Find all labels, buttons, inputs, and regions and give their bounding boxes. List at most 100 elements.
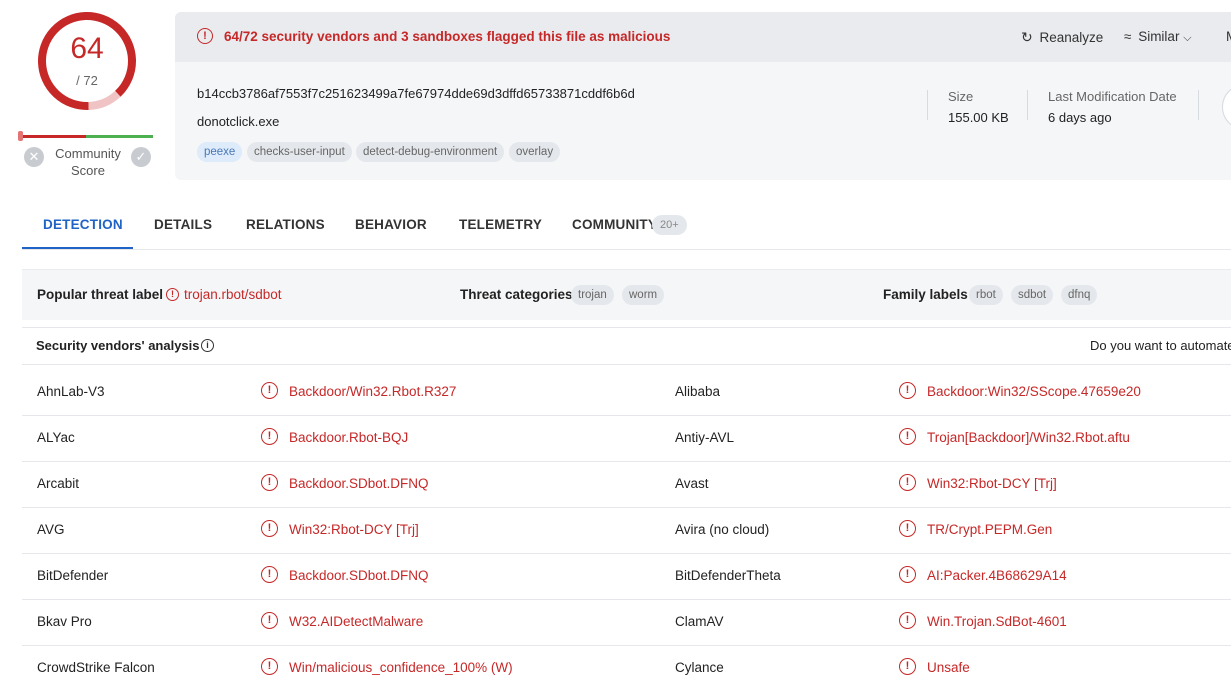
- vendor-name: Avast: [675, 476, 709, 491]
- category-worm[interactable]: worm: [622, 285, 665, 305]
- detection-total: / 72: [76, 73, 98, 88]
- chevron-down-icon: ⌵: [1183, 32, 1192, 44]
- tabs-border: [22, 249, 1231, 250]
- family-dfnq[interactable]: dfnq: [1061, 285, 1098, 305]
- detection-count: 64: [70, 32, 104, 65]
- tab-community[interactable]: COMMUNITY: [572, 217, 657, 232]
- vendor-row: ALYac ! Backdoor.Rbot-BQJ Antiy-AVL ! Tr…: [22, 415, 1231, 462]
- detection-result: AI:Packer.4B68629A14: [927, 568, 1067, 583]
- detection-result: Backdoor.Rbot-BQJ: [289, 430, 409, 445]
- vendor-row: Arcabit ! Backdoor.SDbot.DFNQ Avast ! Wi…: [22, 461, 1231, 508]
- tag-checks-user-input[interactable]: checks-user-input: [247, 142, 352, 162]
- vendor-row: BitDefender ! Backdoor.SDbot.DFNQ BitDef…: [22, 553, 1231, 600]
- size-value: 155.00 KB: [948, 110, 1009, 125]
- vendor-name: Avira (no cloud): [675, 522, 770, 537]
- detection-result: Backdoor.SDbot.DFNQ: [289, 568, 429, 583]
- threat-categories-label: Threat categories: [460, 287, 573, 302]
- detection-alert-icon: !: [899, 520, 916, 537]
- automate-link[interactable]: Do you want to automate: [1090, 338, 1231, 353]
- info-icon[interactable]: i: [201, 339, 214, 352]
- detection-alert-icon: !: [899, 474, 916, 491]
- community-score-label: Community Score: [46, 145, 130, 179]
- reanalyze-icon: ↻: [1021, 29, 1033, 45]
- detection-result: Unsafe: [927, 660, 970, 675]
- category-trojan[interactable]: trojan: [571, 285, 614, 305]
- file-name: donotclick.exe: [197, 114, 280, 129]
- vote-x-icon[interactable]: ✕: [24, 147, 44, 167]
- detection-result: TR/Crypt.PEPM.Gen: [927, 522, 1053, 537]
- detection-result: Win/malicious_confidence_100% (W): [289, 660, 513, 675]
- community-label-line1: Community: [55, 146, 121, 161]
- detection-alert-icon: !: [899, 566, 916, 583]
- meta-divider: [1198, 90, 1199, 120]
- detection-result: Win32:Rbot-DCY [Trj]: [289, 522, 419, 537]
- detection-alert-icon: !: [899, 428, 916, 445]
- detection-result: Trojan[Backdoor]/Win32.Rbot.aftu: [927, 430, 1130, 445]
- vendor-name: AVG: [37, 522, 65, 537]
- vendor-name: Antiy-AVL: [675, 430, 735, 445]
- detection-alert-icon: !: [261, 566, 278, 583]
- community-label-line2: Score: [71, 163, 105, 178]
- vendor-name: ALYac: [37, 430, 75, 445]
- reanalyze-button[interactable]: ↻ Reanalyze: [1021, 29, 1103, 46]
- detection-alert-icon: !: [899, 658, 916, 675]
- detection-alert-icon: !: [899, 382, 916, 399]
- detection-alert-icon: !: [261, 520, 278, 537]
- detection-result: Backdoor:Win32/SScope.47659e20: [927, 384, 1141, 399]
- detection-alert-icon: !: [261, 658, 278, 675]
- size-label: Size: [948, 89, 974, 104]
- vendor-row: CrowdStrike Falcon ! Win/malicious_confi…: [22, 645, 1231, 691]
- tab-behavior[interactable]: BEHAVIOR: [355, 217, 427, 232]
- active-tab-indicator: [22, 247, 133, 249]
- tag-peexe[interactable]: peexe: [197, 142, 243, 162]
- tab-detection[interactable]: DETECTION: [43, 217, 123, 232]
- community-score-marker: [18, 131, 23, 141]
- vendor-name: Alibaba: [675, 384, 721, 399]
- meta-divider: [927, 90, 928, 120]
- tab-telemetry[interactable]: TELEMETRY: [459, 217, 542, 232]
- vendor-name: BitDefender: [37, 568, 109, 583]
- vendor-row: AhnLab-V3 ! Backdoor/Win32.Rbot.R327 Ali…: [22, 369, 1231, 416]
- family-labels-label: Family labels: [883, 287, 968, 302]
- similar-icon: ≈: [1124, 29, 1132, 44]
- similar-button[interactable]: ≈ Similar ⌵: [1124, 29, 1192, 45]
- vendors-analysis-title: Security vendors' analysis: [36, 338, 200, 353]
- last-modification-value: 6 days ago: [1048, 110, 1112, 125]
- detection-alert-icon: !: [899, 612, 916, 629]
- file-hash[interactable]: b14ccb3786af7553f7c251623499a7fe67974dde…: [197, 86, 635, 101]
- tag-overlay[interactable]: overlay: [509, 142, 561, 162]
- more-button[interactable]: M: [1226, 29, 1231, 44]
- tab-details[interactable]: DETAILS: [154, 217, 212, 232]
- alert-text: 64/72 security vendors and 3 sandboxes f…: [224, 29, 671, 44]
- threat-alert-icon: !: [166, 288, 179, 301]
- tag-detect-debug-environment[interactable]: detect-debug-environment: [356, 142, 505, 162]
- vendor-name: Cylance: [675, 660, 724, 675]
- alert-icon: !: [197, 28, 213, 44]
- community-count-badge: 20+: [652, 215, 687, 235]
- similar-label: Similar: [1138, 29, 1180, 44]
- tab-relations[interactable]: RELATIONS: [246, 217, 325, 232]
- vendor-name: CrowdStrike Falcon: [37, 660, 155, 675]
- detection-result: Backdoor.SDbot.DFNQ: [289, 476, 429, 491]
- vendor-name: Bkav Pro: [37, 614, 92, 629]
- last-modification-label: Last Modification Date: [1048, 89, 1177, 104]
- vendor-name: ClamAV: [675, 614, 724, 629]
- popular-threat-label: Popular threat label: [37, 287, 164, 302]
- reanalyze-label: Reanalyze: [1039, 30, 1104, 45]
- detection-result: Win32:Rbot-DCY [Trj]: [927, 476, 1057, 491]
- vendor-name: Arcabit: [37, 476, 80, 491]
- vendor-row: AVG ! Win32:Rbot-DCY [Trj] Avira (no clo…: [22, 507, 1231, 554]
- vendor-name: AhnLab-V3: [37, 384, 105, 399]
- detection-result: Backdoor/Win32.Rbot.R327: [289, 384, 457, 399]
- community-score-bar: [20, 135, 153, 138]
- detection-result: Win.Trojan.SdBot-4601: [927, 614, 1067, 629]
- popular-threat-value[interactable]: trojan.rbot/sdbot: [184, 287, 282, 302]
- family-rbot[interactable]: rbot: [969, 285, 1003, 305]
- family-sdbot[interactable]: sdbot: [1011, 285, 1054, 305]
- detection-alert-icon: !: [261, 428, 278, 445]
- detection-alert-icon: !: [261, 474, 278, 491]
- detection-alert-icon: !: [261, 382, 278, 399]
- vendor-row: Bkav Pro ! W32.AIDetectMalware ClamAV ! …: [22, 599, 1231, 646]
- vote-check-icon[interactable]: ✓: [131, 147, 151, 167]
- vendor-name: BitDefenderTheta: [675, 568, 781, 583]
